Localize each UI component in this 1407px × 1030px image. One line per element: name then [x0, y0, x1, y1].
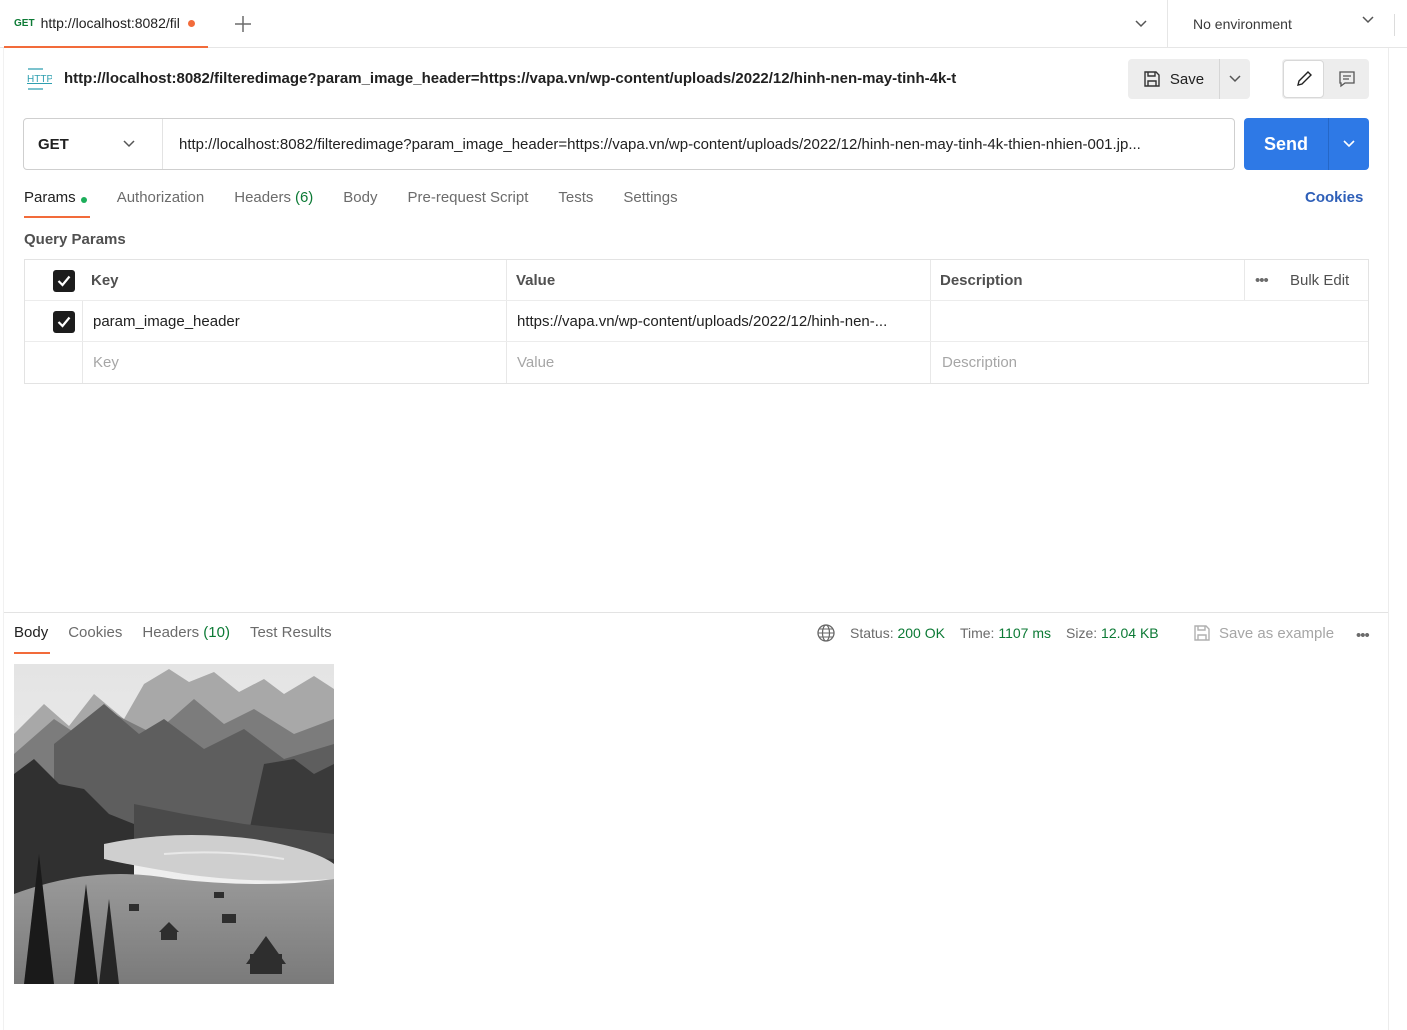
param-description-cell[interactable]	[941, 301, 1361, 342]
table-row: param_image_header https://vapa.vn/wp-co…	[25, 301, 1368, 342]
tab-response-headers[interactable]: Headers (10)	[142, 624, 230, 654]
params-active-dot	[80, 197, 87, 203]
tab-body[interactable]: Body	[343, 187, 407, 218]
chevron-down-icon	[1362, 16, 1374, 24]
checkmark-icon	[57, 316, 71, 328]
checkbox-checked	[53, 310, 75, 333]
param-key-cell[interactable]: param_image_header	[93, 301, 240, 342]
edit-button[interactable]	[1283, 60, 1324, 98]
response-meta: Status: 200 OK Time: 1107 ms Size: 12.04…	[816, 622, 1159, 644]
checkmark-icon	[57, 275, 71, 287]
row-checkbox[interactable]	[53, 301, 75, 342]
tab-test-results[interactable]: Test Results	[250, 624, 332, 654]
comment-icon	[1339, 71, 1355, 88]
url-input[interactable]: http://localhost:8082/filteredimage?para…	[163, 119, 1234, 169]
query-params-table: Key Value Description ••• Bulk Edit para…	[24, 259, 1369, 384]
save-label: Save	[1169, 70, 1205, 88]
query-params-title: Query Params	[24, 231, 126, 248]
cookies-link[interactable]: Cookies	[1305, 189, 1363, 206]
tab-response-headers-label: Headers	[142, 624, 200, 641]
more-options-icon[interactable]: •••	[1255, 260, 1269, 301]
tab-params-label: Params	[24, 189, 76, 206]
plus-icon	[235, 16, 251, 32]
tab-response-cookies[interactable]: Cookies	[68, 624, 122, 654]
time-label: Time:	[959, 625, 995, 641]
chevron-down-icon	[1229, 75, 1241, 83]
status-label: Status:	[850, 625, 894, 641]
environment-selector[interactable]: No environment	[1168, 0, 1394, 48]
pane-divider[interactable]	[4, 612, 1388, 613]
method-label: GET	[38, 135, 69, 153]
select-all-checkbox[interactable]	[53, 260, 75, 301]
save-icon	[1194, 625, 1210, 641]
tab-headers[interactable]: Headers (6)	[234, 187, 343, 218]
send-button-group: Send	[1244, 118, 1369, 170]
chevron-down-icon	[123, 140, 135, 148]
column-header-key: Key	[91, 272, 119, 289]
globe-icon[interactable]	[816, 623, 836, 643]
tab-authorization[interactable]: Authorization	[117, 187, 235, 218]
column-header-description: Description	[940, 272, 1023, 289]
left-panel-border	[3, 48, 4, 1030]
time-value[interactable]: 1107 ms	[998, 625, 1051, 641]
save-as-example-button[interactable]: Save as example	[1193, 622, 1334, 644]
environment-label: No environment	[1193, 16, 1292, 32]
size-value[interactable]: 12.04 KB	[1101, 625, 1159, 641]
save-button-group: Save	[1128, 59, 1250, 99]
headers-count: (6)	[294, 189, 314, 206]
active-tab-indicator	[14, 652, 50, 654]
url-bar: GET http://localhost:8082/filteredimage?…	[23, 118, 1235, 170]
param-value-cell[interactable]: https://vapa.vn/wp-content/uploads/2022/…	[517, 301, 927, 342]
tab-settings[interactable]: Settings	[623, 187, 707, 218]
request-name[interactable]: http://localhost:8082/filteredimage?para…	[64, 70, 1114, 87]
new-key-input[interactable]: Key	[93, 342, 119, 383]
request-tab[interactable]: GET http://localhost:8082/fil	[4, 0, 208, 48]
tab-response-body[interactable]: Body	[14, 624, 48, 654]
save-icon	[1144, 71, 1160, 87]
http-request-icon: HTTP	[24, 66, 53, 92]
svg-text:HTTP: HTTP	[27, 74, 52, 85]
tab-headers-label: Headers	[234, 189, 291, 206]
save-button[interactable]: Save	[1128, 59, 1220, 99]
send-button[interactable]: Send	[1244, 118, 1329, 170]
active-tab-indicator	[24, 216, 90, 218]
request-tabs: Params Authorization Headers (6) Body Pre…	[24, 187, 708, 219]
right-panel-border	[1388, 48, 1389, 1030]
more-options-icon[interactable]: •••	[1356, 627, 1370, 644]
new-tab-button[interactable]	[226, 10, 260, 38]
new-description-input[interactable]: Description	[942, 342, 1017, 383]
save-options-button[interactable]	[1220, 59, 1250, 99]
table-new-row: Key Value Description	[25, 342, 1368, 383]
view-toggle-group	[1282, 59, 1369, 99]
divider	[1394, 14, 1395, 36]
table-header-row: Key Value Description ••• Bulk Edit	[25, 260, 1368, 301]
chevron-down-icon	[1135, 20, 1147, 28]
bulk-edit-button[interactable]: Bulk Edit	[1290, 260, 1349, 301]
chevron-down-icon	[1343, 140, 1355, 148]
tab-title: http://localhost:8082/fil	[40, 15, 180, 31]
send-options-button[interactable]	[1329, 118, 1369, 170]
column-header-value: Value	[516, 272, 556, 289]
save-as-example-label: Save as example	[1219, 624, 1335, 642]
checkbox-checked	[53, 269, 75, 292]
tab-pre-request-script[interactable]: Pre-request Script	[408, 187, 559, 218]
tab-tests[interactable]: Tests	[558, 187, 623, 218]
tabs-dropdown-button[interactable]	[1126, 10, 1156, 38]
response-image	[14, 664, 334, 984]
size-label: Size:	[1066, 625, 1098, 641]
status-value[interactable]: 200 OK	[897, 625, 944, 641]
tab-method: GET	[14, 17, 35, 29]
unsaved-indicator	[187, 19, 195, 27]
pencil-icon	[1296, 71, 1312, 86]
new-value-input[interactable]: Value	[517, 342, 554, 383]
response-tabs: Body Cookies Headers (10) Test Results	[14, 624, 352, 654]
method-select[interactable]: GET	[24, 119, 163, 169]
response-headers-count: (10)	[203, 624, 230, 641]
tab-params[interactable]: Params	[24, 187, 117, 218]
comments-button[interactable]	[1325, 59, 1369, 99]
